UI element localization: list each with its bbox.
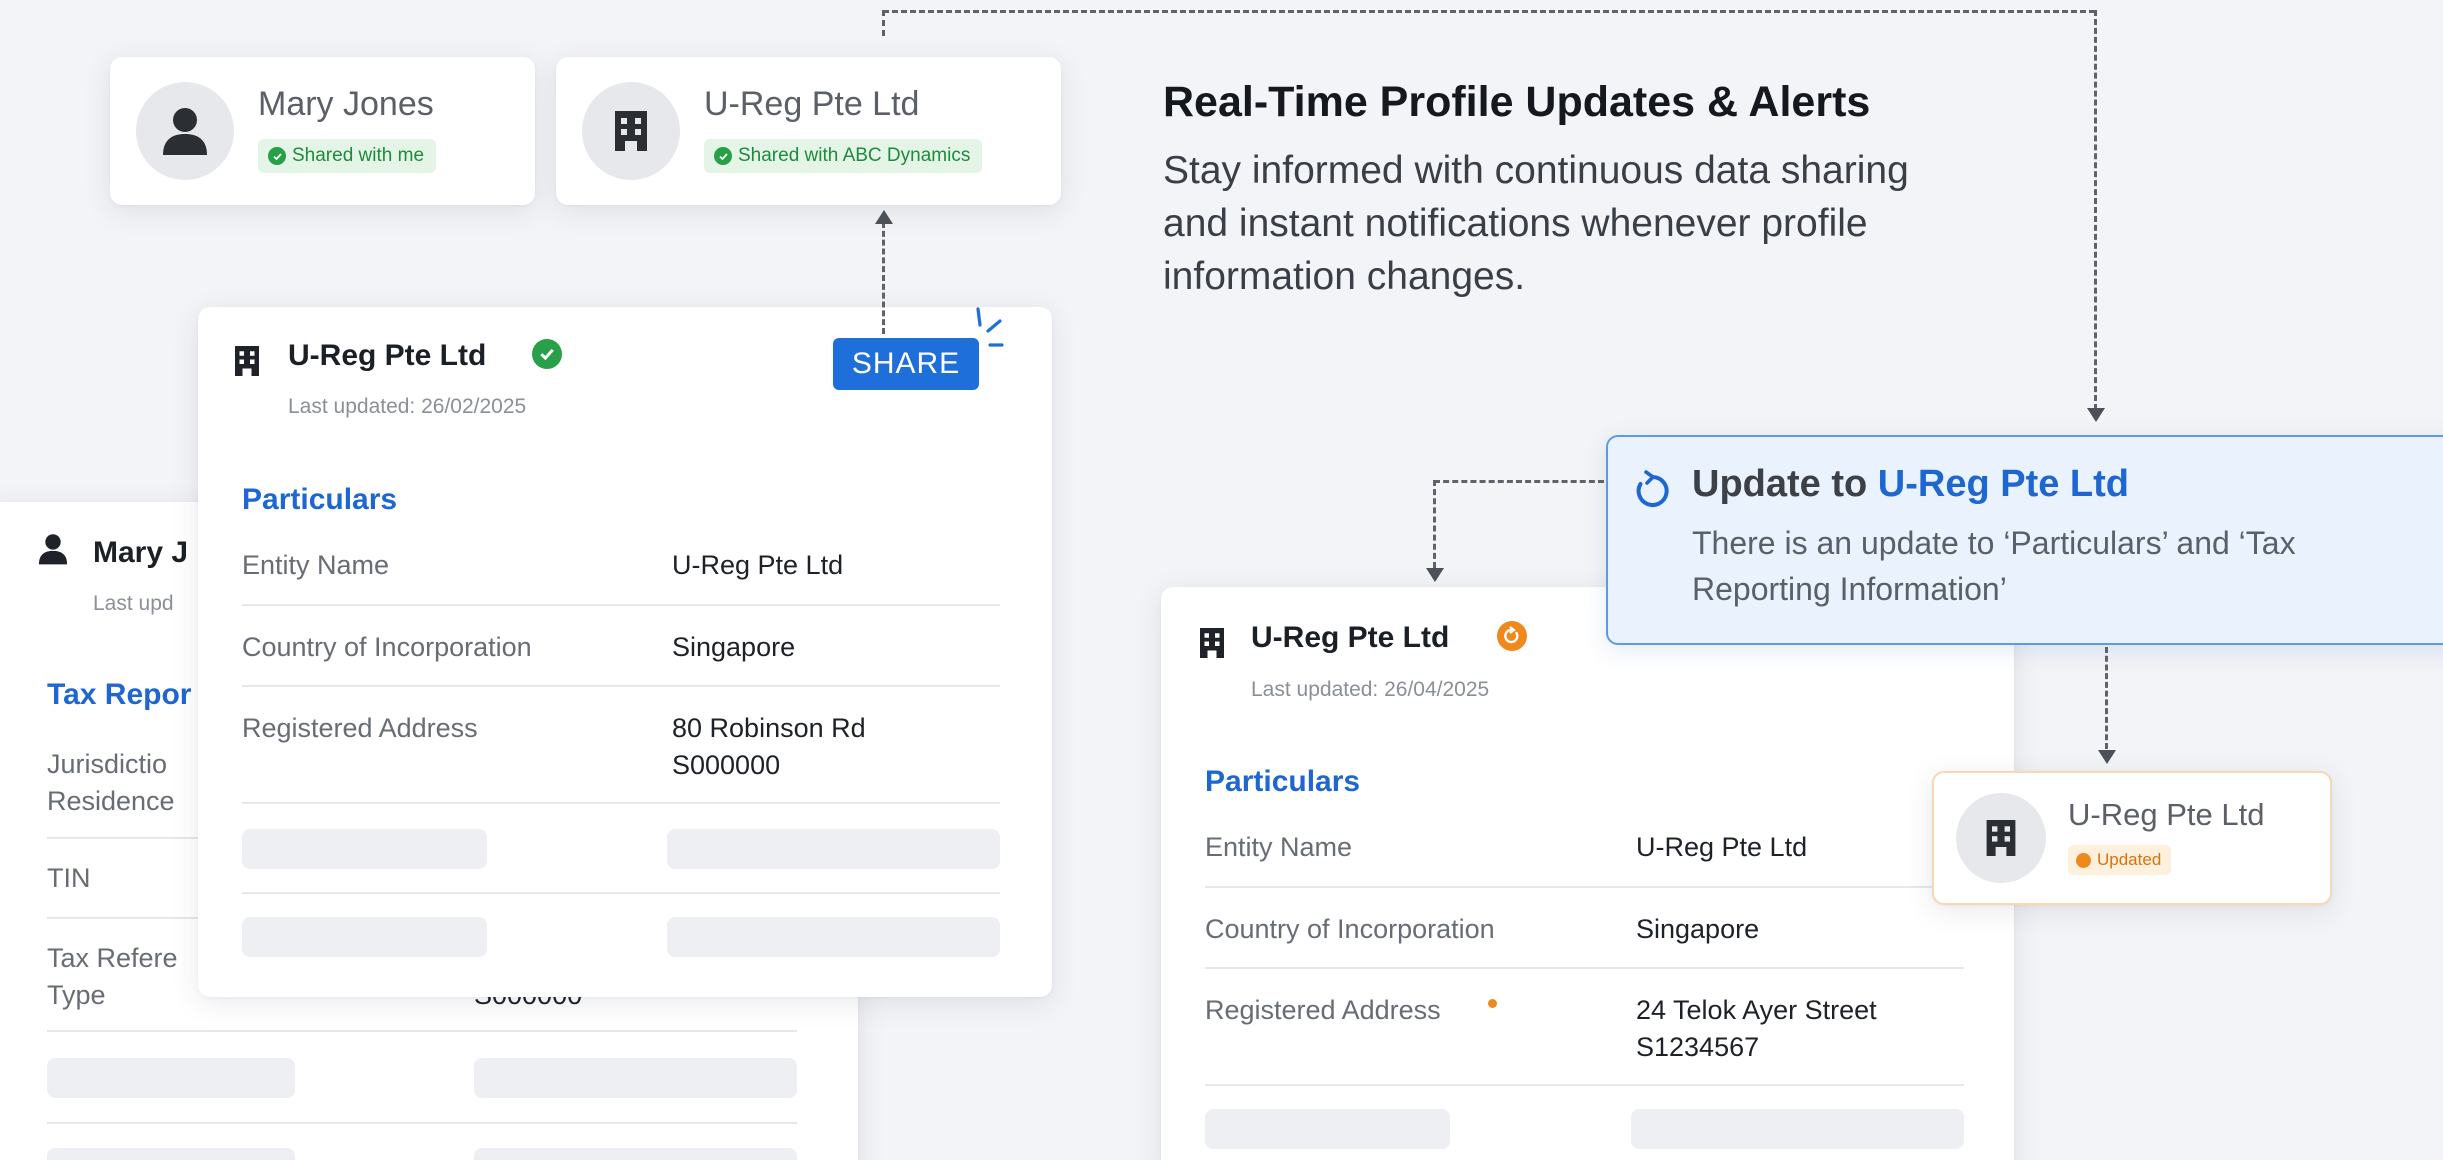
mary-jones-tile[interactable]: Mary Jones Shared with me [110,57,535,205]
profile-name: U-Reg Pte Ltd [2068,797,2265,832]
headline-description: Stay informed with continuous data shari… [1163,149,1909,298]
connector-share-up [882,222,885,334]
building-icon [1986,820,2016,856]
badge-label: Updated [2097,850,2162,869]
arrow-down-icon [2087,408,2105,422]
ureg-updated-tile[interactable]: U-Reg Pte Ltd Updated [1932,771,2332,905]
row-label: Entity Name [242,550,390,580]
card-title: U-Reg Pte Ltd [288,339,487,372]
notification-entity: U-Reg Pte Ltd [1877,463,2129,505]
building-icon [1200,628,1224,658]
arrow-down-icon [1426,568,1444,582]
headline-title: Real-Time Profile Updates & Alerts [1163,78,1871,126]
connector-notif-down [2105,647,2108,749]
person-avatar [136,82,234,180]
refresh-icon [1636,470,1669,507]
row-label: TIN [47,863,91,893]
notification-body: There is an update to ‘Particulars’ and … [1692,525,2296,607]
connector-top [883,10,2095,13]
connector-top-left-drop [882,10,885,36]
refresh-icon [2076,852,2091,868]
row-value: Singapore [1636,914,1760,944]
last-updated: Last updated: 26/02/2025 [288,395,527,418]
back-card-title: Mary J [93,536,189,569]
back-card-last-updated: Last upd [93,592,174,615]
badge-label: Shared with me [292,145,425,166]
update-notification[interactable]: Update to U-Reg Pte Ltd There is an upda… [1606,435,2443,645]
building-icon [235,346,259,376]
shared-with-me-badge: Shared with me [258,139,437,173]
company-avatar [582,82,680,180]
last-updated: Last updated: 26/04/2025 [1251,678,1490,701]
row-value: Singapore [672,632,796,662]
check-circle-icon [714,147,732,165]
row-label: Country of Incorporation [1205,914,1495,944]
sparkle-icon [976,307,1004,347]
row-label: Country of Incorporation [242,632,532,662]
badge-label: Shared with ABC Dynamics [738,145,971,166]
notification-title: Update to U-Reg Pte Ltd [1692,463,2129,505]
check-circle-icon [532,339,562,369]
row-label: Entity Name [1205,832,1353,862]
arrow-up-icon [875,210,893,224]
person-icon [163,108,207,155]
ureg-tile[interactable]: U-Reg Pte Ltd Shared with ABC Dynamics [556,57,1061,205]
row-label: Registered Address [1205,995,1441,1025]
profile-name: Mary Jones [258,85,434,123]
connector-notif-drop [1433,480,1436,568]
connector-top-right-drop [2094,10,2097,410]
connector-notif-left [1434,480,1604,483]
row-value: U-Reg Pte Ltd [1636,832,1808,862]
ureg-updated-profile-card: U-Reg Pte Ltd Last updated: 26/04/2025 P… [1161,587,2014,1160]
changed-field-indicator [1488,999,1497,1008]
building-icon [615,111,647,151]
row-label: Jurisdictio Residence [47,749,175,816]
ureg-profile-card: U-Reg Pte Ltd Last updated: 26/02/2025 S… [198,307,1052,997]
arrow-down-icon [2098,750,2116,764]
card-title: U-Reg Pte Ltd [1251,621,1450,654]
share-button[interactable]: SHARE [833,338,979,390]
check-circle-icon [268,147,286,165]
person-icon [38,534,68,565]
row-label: Registered Address [242,713,478,743]
row-label: Tax Refere Type [47,943,178,1010]
company-avatar [1956,793,2046,883]
particulars-heading: Particulars [1205,765,1361,798]
refresh-icon [1497,621,1527,651]
shared-with-abc-badge: Shared with ABC Dynamics [704,139,983,173]
profile-name: U-Reg Pte Ltd [704,85,920,123]
particulars-heading: Particulars [242,483,398,516]
row-value: 24 Telok Ayer Street S1234567 [1636,995,1877,1062]
row-value: U-Reg Pte Ltd [672,550,844,580]
updated-badge: Updated [2068,845,2172,875]
back-card-section: Tax Repor [47,678,192,711]
row-value: 80 Robinson Rd S000000 [672,713,866,780]
